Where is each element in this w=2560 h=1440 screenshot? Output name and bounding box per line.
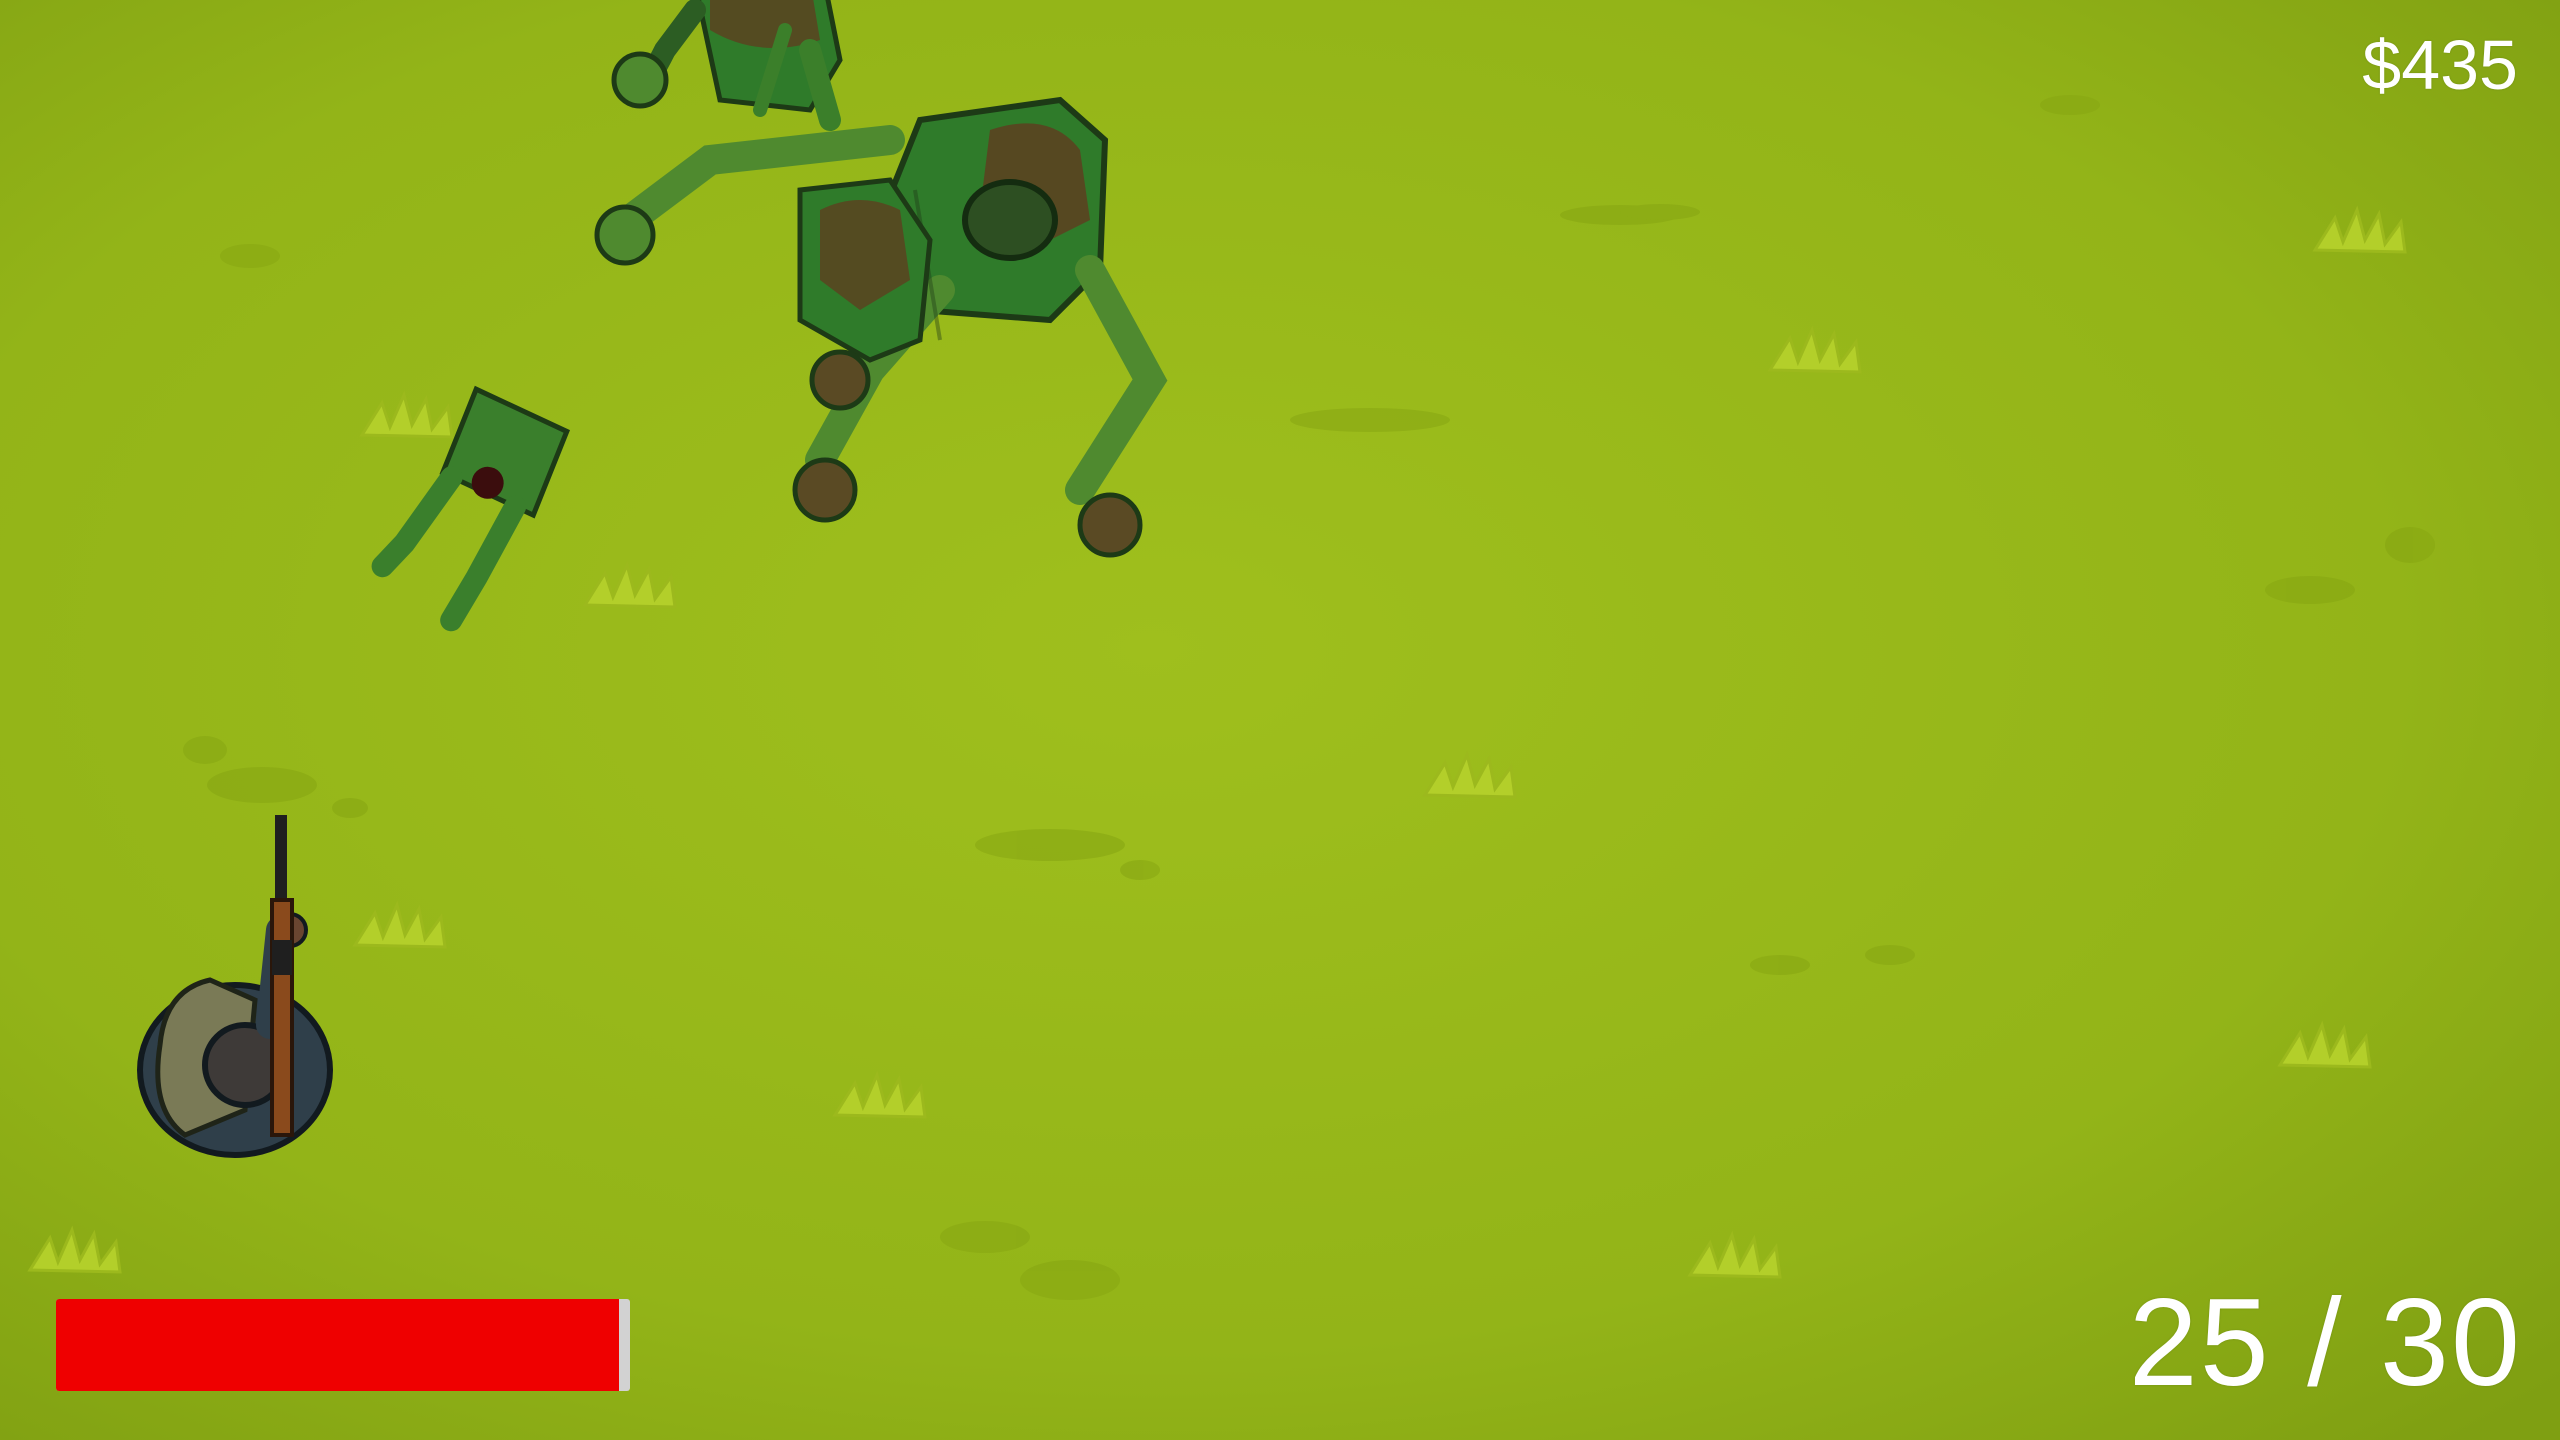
ground <box>0 0 2560 1440</box>
health-bar <box>56 1299 630 1391</box>
money-counter: $435 <box>2362 26 2518 104</box>
ammo-counter: 25 / 30 <box>2128 1274 2522 1412</box>
game-viewport[interactable]: $435 25 / 30 <box>0 0 2560 1440</box>
game-field[interactable] <box>0 0 2560 1440</box>
health-bar-fill <box>56 1299 619 1391</box>
